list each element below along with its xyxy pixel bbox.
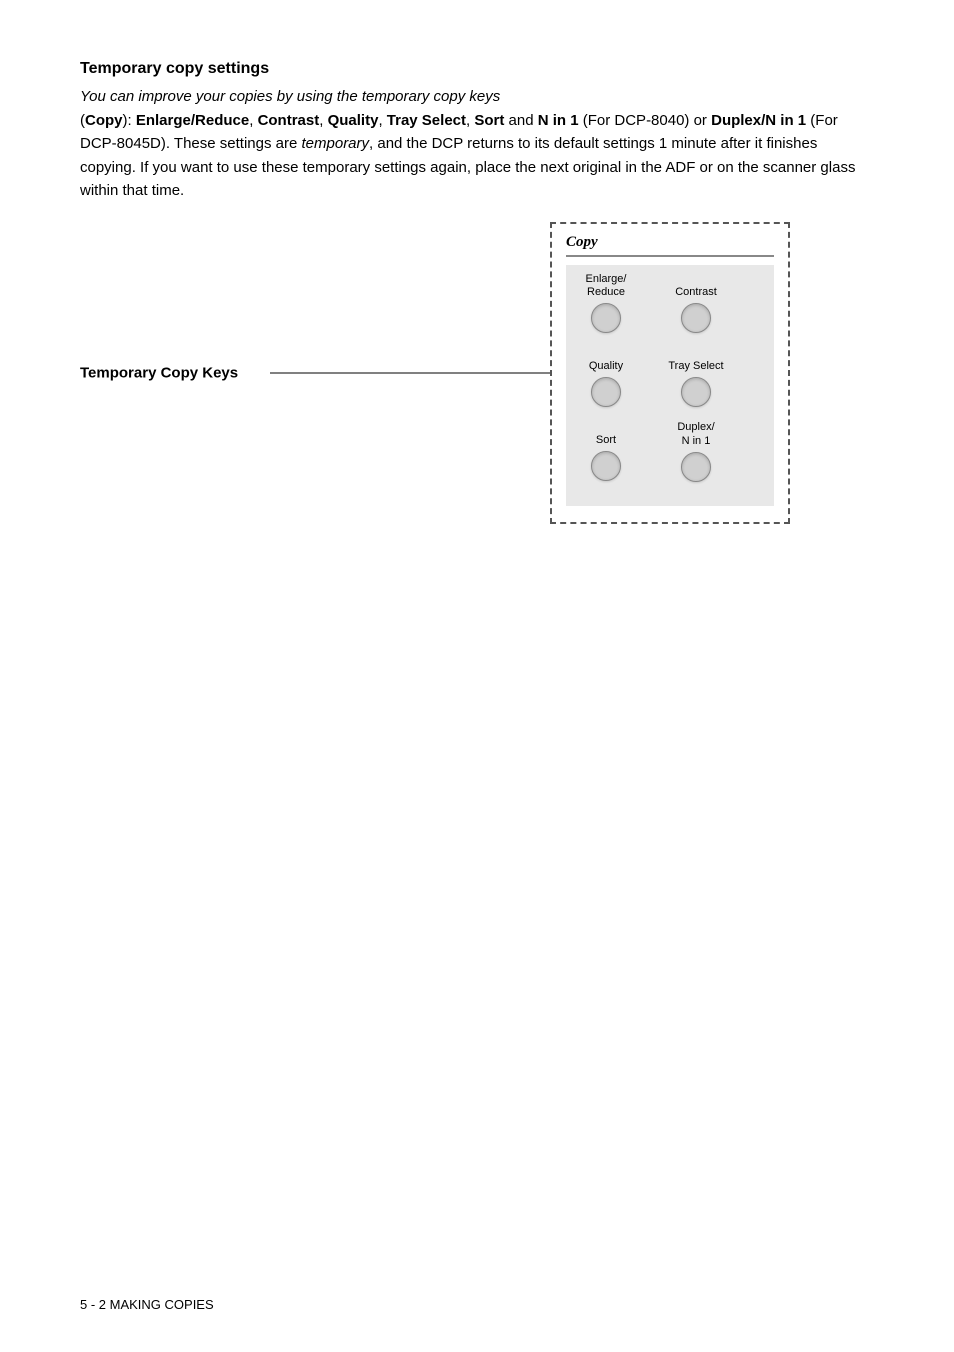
duplex-n-in-1-label: Duplex/N in 1 bbox=[677, 421, 714, 447]
enlarge-reduce-keyword: Enlarge/Reduce bbox=[136, 112, 249, 129]
quality-label: Quality bbox=[589, 347, 623, 373]
section-title: Temporary copy settings bbox=[80, 60, 874, 78]
copy-panel-inner: Enlarge/Reduce Contrast Quality bbox=[566, 265, 774, 506]
contrast-button[interactable] bbox=[681, 303, 711, 333]
n-in-1-keyword: N in 1 bbox=[538, 112, 579, 129]
copy-keyword: Copy bbox=[85, 112, 123, 129]
quality-button[interactable] bbox=[591, 377, 621, 407]
enlarge-reduce-item: Enlarge/Reduce bbox=[576, 273, 636, 333]
diagram-area: Temporary Copy Keys Copy Enlarge/Reduce … bbox=[80, 222, 874, 524]
tray-select-item: Tray Select bbox=[666, 347, 726, 407]
quality-keyword: Quality bbox=[328, 112, 379, 129]
contrast-item: Contrast bbox=[666, 273, 726, 333]
temporary-word: temporary bbox=[302, 135, 370, 152]
enlarge-reduce-button[interactable] bbox=[591, 303, 621, 333]
sort-button[interactable] bbox=[591, 451, 621, 481]
duplex-n-in-1-keyword: Duplex/N in 1 bbox=[711, 112, 806, 129]
temp-copy-keys-label: Temporary Copy Keys bbox=[80, 364, 238, 381]
button-row-2: Quality Tray Select bbox=[576, 347, 764, 407]
duplex-n-in-1-item: Duplex/N in 1 bbox=[666, 421, 726, 481]
contrast-keyword: Contrast bbox=[258, 112, 320, 129]
duplex-n-in-1-button[interactable] bbox=[681, 452, 711, 482]
tray-select-button[interactable] bbox=[681, 377, 711, 407]
enlarge-reduce-label: Enlarge/Reduce bbox=[586, 273, 627, 299]
quality-item: Quality bbox=[576, 347, 636, 407]
sort-label: Sort bbox=[596, 421, 616, 447]
sort-item: Sort bbox=[576, 421, 636, 481]
sort-keyword: Sort bbox=[474, 112, 504, 129]
tray-select-label: Tray Select bbox=[668, 347, 723, 373]
copy-panel-title: Copy bbox=[566, 234, 774, 257]
button-row-3: Sort Duplex/N in 1 bbox=[576, 421, 764, 481]
contrast-label: Contrast bbox=[675, 273, 717, 299]
copy-panel: Copy Enlarge/Reduce Contrast bbox=[550, 222, 790, 524]
tray-select-keyword: Tray Select bbox=[387, 112, 466, 129]
body-paragraph: (Copy): Enlarge/Reduce, Contrast, Qualit… bbox=[80, 109, 874, 202]
page-content: Temporary copy settings You can improve … bbox=[0, 0, 954, 614]
arrow-line bbox=[270, 372, 550, 373]
intro-paragraph: You can improve your copies by using the… bbox=[80, 88, 874, 105]
button-row-1: Enlarge/Reduce Contrast bbox=[576, 273, 764, 333]
page-footer: 5 - 2 MAKING COPIES bbox=[80, 1297, 214, 1312]
